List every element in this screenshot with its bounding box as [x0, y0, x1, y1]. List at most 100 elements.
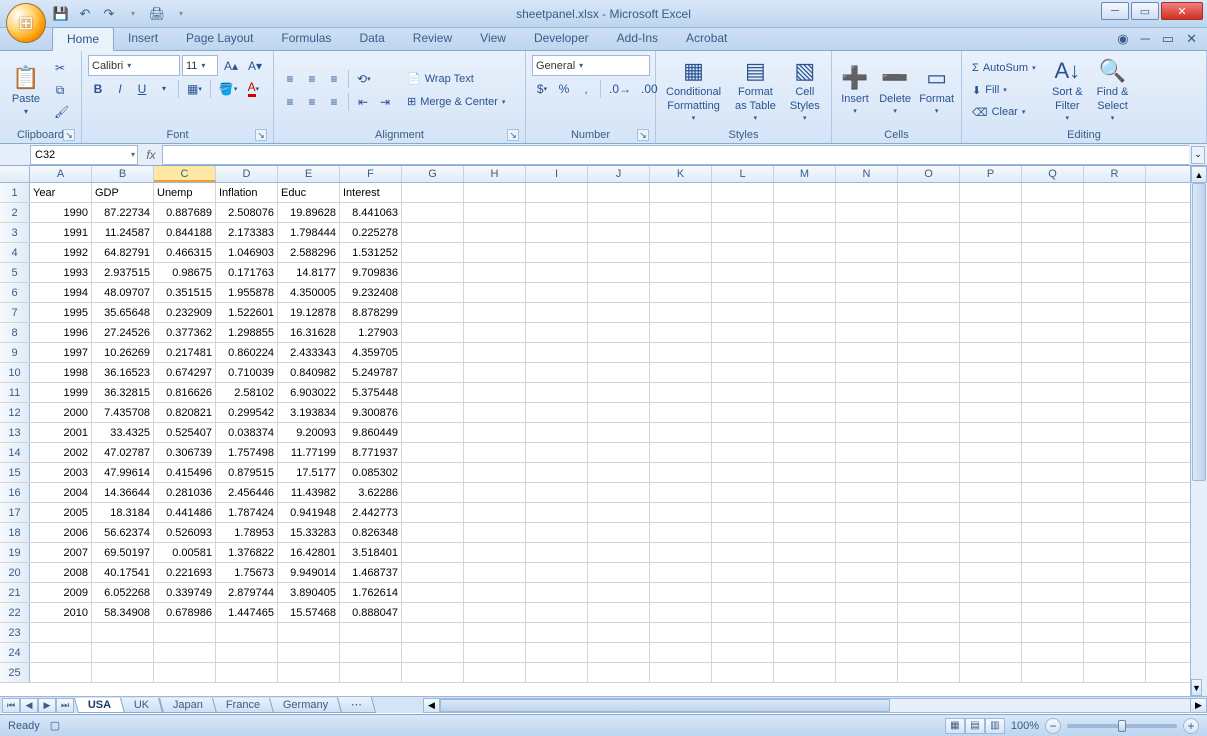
formula-input[interactable] [162, 145, 1189, 165]
row-header[interactable]: 4 [0, 243, 30, 262]
cell[interactable] [836, 583, 898, 602]
cell[interactable]: 1990 [30, 203, 92, 222]
cell[interactable] [588, 603, 650, 622]
cell[interactable]: 56.62374 [92, 523, 154, 542]
cell[interactable]: 0.879515 [216, 463, 278, 482]
cell[interactable] [1022, 583, 1084, 602]
cell[interactable] [464, 543, 526, 562]
cell[interactable] [712, 343, 774, 362]
cell[interactable]: 2004 [30, 483, 92, 502]
cell[interactable]: 9.232408 [340, 283, 402, 302]
row-header[interactable]: 2 [0, 203, 30, 222]
tab-formulas[interactable]: Formulas [267, 27, 345, 50]
cell[interactable] [92, 623, 154, 642]
cell[interactable] [650, 463, 712, 482]
cell[interactable] [650, 563, 712, 582]
cell[interactable] [216, 623, 278, 642]
cell[interactable] [526, 543, 588, 562]
vertical-scrollbar[interactable]: ▲ ▼ [1190, 166, 1207, 696]
cell[interactable] [650, 323, 712, 342]
cell[interactable] [898, 343, 960, 362]
cell[interactable]: 58.34908 [92, 603, 154, 622]
cell[interactable] [774, 363, 836, 382]
cell[interactable]: 64.82791 [92, 243, 154, 262]
cell[interactable] [712, 563, 774, 582]
tab-view[interactable]: View [466, 27, 520, 50]
cell[interactable]: 69.50197 [92, 543, 154, 562]
cell[interactable]: 2003 [30, 463, 92, 482]
cell[interactable] [898, 503, 960, 522]
column-header[interactable]: E [278, 166, 340, 182]
cell[interactable] [1022, 343, 1084, 362]
row-header[interactable]: 22 [0, 603, 30, 622]
cell[interactable] [402, 283, 464, 302]
cell[interactable] [836, 463, 898, 482]
cell[interactable]: Inflation [216, 183, 278, 202]
cell[interactable] [588, 383, 650, 402]
cell[interactable] [340, 663, 402, 682]
align-top-icon[interactable]: ≡ [280, 68, 300, 89]
cell[interactable]: 2005 [30, 503, 92, 522]
cell[interactable] [836, 523, 898, 542]
cell[interactable] [960, 663, 1022, 682]
cell[interactable]: 1.787424 [216, 503, 278, 522]
cell[interactable] [650, 223, 712, 242]
cell[interactable] [960, 303, 1022, 322]
cell[interactable] [588, 363, 650, 382]
percent-icon[interactable]: % [554, 78, 574, 99]
cell[interactable]: 16.31628 [278, 323, 340, 342]
cell[interactable] [1022, 303, 1084, 322]
cell[interactable] [960, 443, 1022, 462]
cell[interactable] [774, 423, 836, 442]
increase-indent-icon[interactable]: ⇥ [375, 91, 395, 112]
cell[interactable] [1022, 663, 1084, 682]
cell[interactable] [1022, 543, 1084, 562]
first-sheet-icon[interactable]: ⏮ [2, 698, 20, 713]
cell[interactable] [836, 423, 898, 442]
row-header[interactable]: 15 [0, 463, 30, 482]
cell[interactable] [526, 583, 588, 602]
cell[interactable]: 0.526093 [154, 523, 216, 542]
cell[interactable] [712, 303, 774, 322]
cell[interactable] [402, 503, 464, 522]
page-layout-view-icon[interactable]: ▤ [965, 718, 985, 734]
cell[interactable] [588, 543, 650, 562]
fill-button[interactable]: ⬇Fill▾ [966, 80, 1013, 101]
font-size-combo[interactable]: 11▾ [182, 55, 218, 76]
cell[interactable] [1022, 183, 1084, 202]
cell[interactable] [898, 263, 960, 282]
close-workbook-icon[interactable]: ✕ [1186, 31, 1197, 47]
cell[interactable]: 1.762614 [340, 583, 402, 602]
cell[interactable] [402, 363, 464, 382]
cell[interactable]: 0.217481 [154, 343, 216, 362]
cell[interactable]: 0.678986 [154, 603, 216, 622]
cell[interactable] [712, 623, 774, 642]
cell[interactable] [526, 603, 588, 622]
cell[interactable] [960, 463, 1022, 482]
close-button[interactable]: ✕ [1161, 2, 1203, 20]
scroll-down-icon[interactable]: ▼ [1191, 679, 1202, 696]
cell[interactable]: 4.350005 [278, 283, 340, 302]
cell[interactable] [526, 383, 588, 402]
cell[interactable]: 8.771937 [340, 443, 402, 462]
row-header[interactable]: 5 [0, 263, 30, 282]
cell[interactable]: 1.757498 [216, 443, 278, 462]
cell[interactable]: 3.518401 [340, 543, 402, 562]
cell[interactable] [836, 563, 898, 582]
cell[interactable]: 2.442773 [340, 503, 402, 522]
cell[interactable] [1084, 603, 1146, 622]
cell[interactable] [650, 263, 712, 282]
align-bottom-icon[interactable]: ≡ [324, 68, 344, 89]
align-middle-icon[interactable]: ≡ [302, 68, 322, 89]
cell[interactable] [526, 443, 588, 462]
row-header[interactable]: 18 [0, 523, 30, 542]
column-header[interactable]: L [712, 166, 774, 182]
vscroll-thumb[interactable] [1192, 183, 1206, 481]
cell[interactable]: 1.955878 [216, 283, 278, 302]
cell[interactable] [1022, 443, 1084, 462]
zoom-slider[interactable] [1067, 724, 1177, 728]
cell[interactable] [712, 323, 774, 342]
cut-icon[interactable]: ✂ [50, 58, 70, 79]
cell[interactable]: 15.57468 [278, 603, 340, 622]
orientation-icon[interactable]: ⟲▾ [353, 68, 375, 89]
